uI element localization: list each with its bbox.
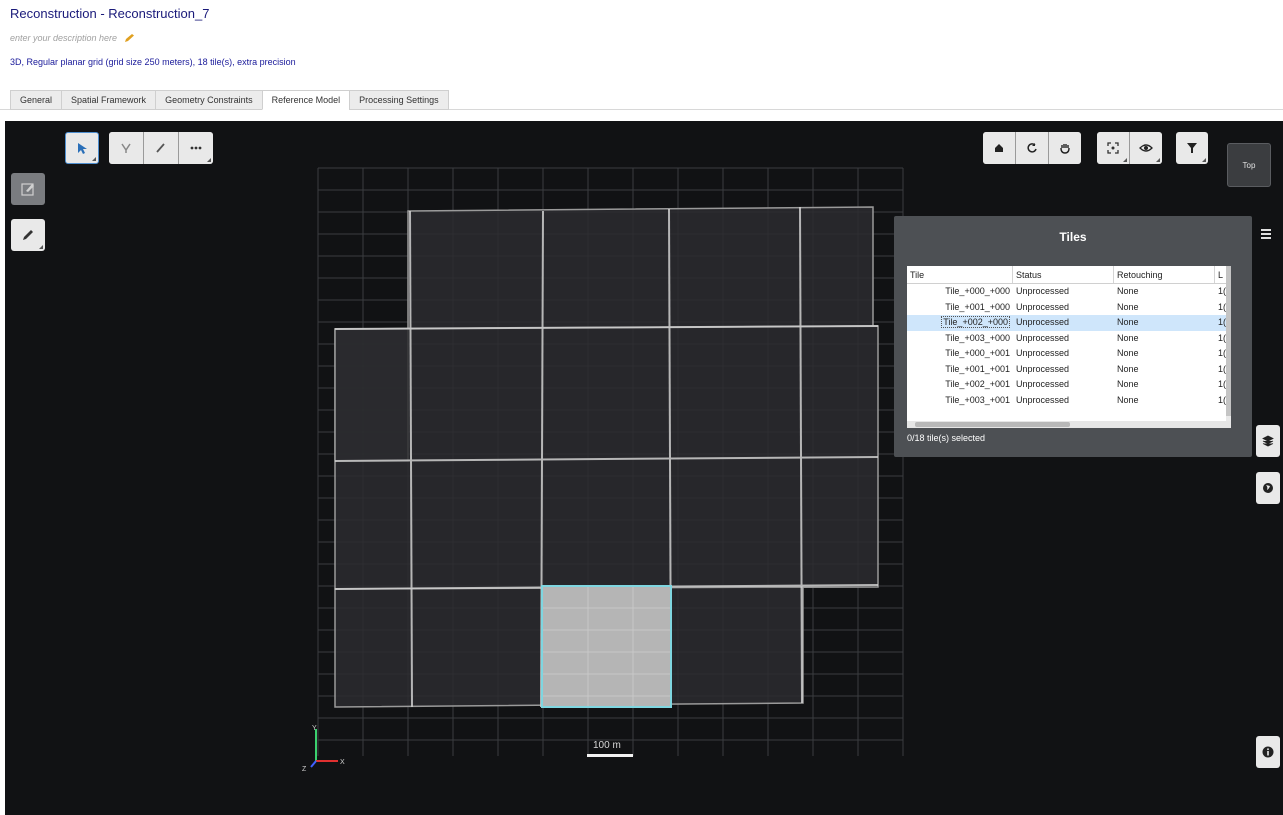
globe-icon xyxy=(1263,483,1273,493)
column-header-status[interactable]: Status xyxy=(1013,266,1114,283)
table-row[interactable]: Tile_+001_+000 Unprocessed None 1( xyxy=(907,300,1231,316)
axis-gizmo-icon xyxy=(310,729,338,768)
tab-spatial-framework[interactable]: Spatial Framework xyxy=(61,90,156,110)
tiles-panel-title: Tiles xyxy=(1059,230,1087,244)
axis-label-z: Z xyxy=(302,766,307,773)
edit-button[interactable] xyxy=(11,173,45,205)
page-title: Reconstruction - Reconstruction_7 xyxy=(10,6,210,21)
horizontal-scrollbar[interactable] xyxy=(907,421,1231,428)
tab-processing-settings[interactable]: Processing Settings xyxy=(349,90,449,110)
filter-button[interactable] xyxy=(1176,132,1208,164)
column-header-tile[interactable]: Tile xyxy=(907,266,1013,283)
table-row[interactable]: Tile_+001_+001 Unprocessed None 1( xyxy=(907,362,1231,378)
column-header-retouching[interactable]: Retouching xyxy=(1114,266,1215,283)
reconstruction-summary: 3D, Regular planar grid (grid size 250 m… xyxy=(10,57,296,67)
table-row[interactable]: Tile_+003_+000 Unprocessed None 1( xyxy=(907,331,1231,347)
description-row[interactable]: enter your description here xyxy=(10,33,135,43)
edit-description-icon[interactable] xyxy=(123,33,135,43)
navigation-tools-group xyxy=(983,132,1081,164)
table-row[interactable]: Tile_+000_+001 Unprocessed None 1( xyxy=(907,346,1231,362)
visibility-button[interactable] xyxy=(1130,132,1162,164)
table-row[interactable]: Tile_+002_+001 Unprocessed None 1( xyxy=(907,377,1231,393)
properties-header: Reconstruction - Reconstruction_7 enter … xyxy=(0,0,1283,121)
scale-bar-label: 100 m xyxy=(593,740,621,751)
visibility-eye-icon xyxy=(1139,144,1153,152)
rotate-icon xyxy=(1027,143,1037,153)
selection-mode-button[interactable] xyxy=(109,132,143,164)
edit-tools-group xyxy=(109,132,213,164)
vertical-scroll-thumb[interactable] xyxy=(1226,266,1231,416)
filter-icon xyxy=(1187,143,1197,153)
home-icon xyxy=(995,144,1003,152)
info-button[interactable] xyxy=(1256,736,1280,768)
tab-reference-model[interactable]: Reference Model xyxy=(261,90,350,110)
tiles-panel: Tiles Tile Status Retouching L Tile_+000… xyxy=(894,216,1252,457)
draw-icon xyxy=(156,143,165,153)
fit-view-icon xyxy=(1107,142,1119,154)
list-icon xyxy=(1261,229,1271,239)
selected-tile[interactable] xyxy=(541,585,672,708)
axis-label-y: Y xyxy=(312,725,317,732)
tiles-list-toggle-button[interactable] xyxy=(1254,218,1278,250)
pan-button[interactable] xyxy=(1049,132,1081,164)
tiles-table-header: Tile Status Retouching L xyxy=(907,266,1231,284)
pan-hand-icon xyxy=(1060,144,1070,154)
selection-mode-icon xyxy=(121,143,131,153)
home-view-button[interactable] xyxy=(983,132,1015,164)
vertical-scrollbar[interactable] xyxy=(1226,266,1231,421)
pencil-button[interactable] xyxy=(11,219,45,251)
horizontal-scroll-thumb[interactable] xyxy=(915,422,1070,427)
view-tools-group xyxy=(1097,132,1162,164)
draw-button[interactable] xyxy=(144,132,178,164)
layers-icon xyxy=(1262,435,1274,447)
tiles-table[interactable]: Tile Status Retouching L Tile_+000_+000 … xyxy=(907,266,1231,428)
view-orientation-button[interactable]: Top xyxy=(1227,143,1271,187)
more-icon xyxy=(190,146,202,150)
tab-geometry-constraints[interactable]: Geometry Constraints xyxy=(155,90,262,110)
table-row[interactable]: Tile_+003_+001 Unprocessed None 1( xyxy=(907,393,1231,409)
3d-viewport[interactable]: Y X Z Top Tiles Tile Status Retouching L… xyxy=(5,121,1283,815)
fit-view-button[interactable] xyxy=(1097,132,1129,164)
more-tools-button[interactable] xyxy=(179,132,213,164)
select-arrow-icon xyxy=(78,143,87,154)
info-icon xyxy=(1262,746,1274,758)
geo-button[interactable] xyxy=(1256,472,1280,504)
table-row[interactable]: Tile_+000_+000 Unprocessed None 1( xyxy=(907,284,1231,300)
tiles-selection-status: 0/18 tile(s) selected xyxy=(907,433,986,443)
table-row-selected[interactable]: Tile_+002_+000 Unprocessed None 1( xyxy=(907,315,1231,331)
pencil-icon xyxy=(23,230,33,240)
layers-button[interactable] xyxy=(1256,425,1280,457)
tab-bar: General Spatial Framework Geometry Const… xyxy=(10,90,449,110)
tab-general[interactable]: General xyxy=(10,90,62,110)
rotate-button[interactable] xyxy=(1016,132,1048,164)
axis-label-x: X xyxy=(340,759,345,766)
select-tool-button[interactable] xyxy=(65,132,99,164)
description-field[interactable]: enter your description here xyxy=(10,33,117,43)
edit-icon xyxy=(21,183,34,196)
scale-bar xyxy=(587,754,633,757)
